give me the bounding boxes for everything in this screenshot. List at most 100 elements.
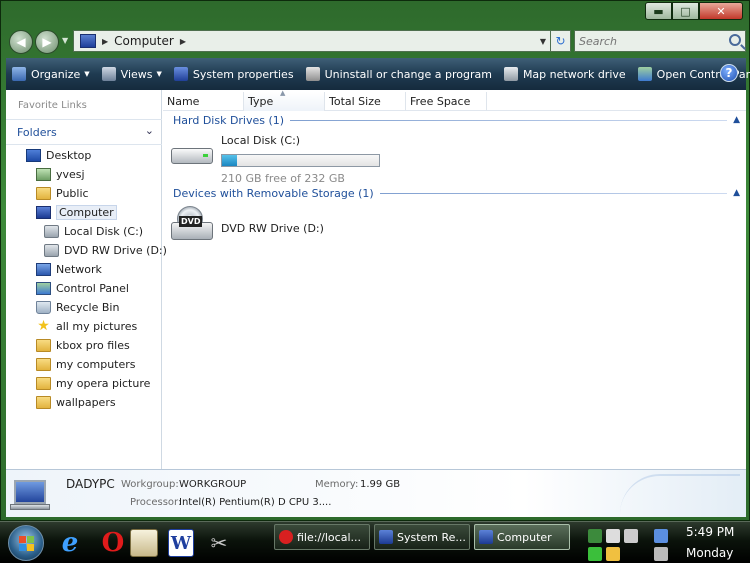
details-pane: DADYPC Workgroup: WORKGROUP Memory: 1.99… <box>6 469 746 517</box>
hard-disk-icon <box>44 225 59 238</box>
dvd-drive-icon: DVD <box>169 206 215 242</box>
task-label: Computer <box>497 530 552 544</box>
navigation-pane: Favorite Links Folders ⌄ Desktop yvesj P… <box>6 90 167 469</box>
breadcrumb-separator-icon[interactable]: ▶ <box>180 37 186 46</box>
column-header-name[interactable]: Name <box>163 92 244 111</box>
control-panel-icon <box>36 282 51 295</box>
views-button[interactable]: Views ▼ <box>96 62 168 86</box>
breadcrumb-computer[interactable]: Computer <box>114 34 174 48</box>
hard-disk-icon <box>169 134 215 170</box>
task-label: System Re... <box>397 530 466 544</box>
network-icon[interactable] <box>654 529 668 543</box>
word-icon[interactable]: W <box>168 529 194 557</box>
task-button-opera[interactable]: file://local... <box>274 524 370 550</box>
search-box[interactable] <box>574 30 746 52</box>
file-list-pane: Name ▲ Type Total Size Free Space Hard D… <box>163 89 746 469</box>
maximize-button[interactable]: □ <box>672 2 699 20</box>
column-header-type[interactable]: ▲ Type <box>244 89 325 111</box>
tree-item-label: Public <box>56 187 89 200</box>
disk-usage-fill <box>222 155 237 166</box>
address-bar[interactable]: ▶ Computer ▶ ▼ <box>73 30 551 52</box>
tray-folder-icon[interactable] <box>606 547 620 561</box>
column-header-free-space[interactable]: Free Space <box>406 92 487 111</box>
tree-item-label: my computers <box>56 358 136 371</box>
organize-label: Organize <box>31 67 81 81</box>
tree-item-network[interactable]: Network <box>6 260 162 279</box>
computer-icon <box>14 480 46 504</box>
command-toolbar: Organize ▼ Views ▼ System properties Uni… <box>6 58 750 90</box>
address-dropdown-icon[interactable]: ▼ <box>540 37 546 46</box>
tree-item-label: Control Panel <box>56 282 129 295</box>
drive-name: Local Disk (C:) <box>221 134 301 147</box>
uninstall-program-button[interactable]: Uninstall or change a program <box>300 62 498 86</box>
tree-item-yvesj[interactable]: yvesj <box>6 165 162 184</box>
group-divider <box>379 192 728 194</box>
processor-key: Processor: <box>130 497 182 508</box>
tray-app-icon[interactable] <box>606 529 620 543</box>
minimize-icon: ▬ <box>653 4 664 18</box>
search-icon[interactable] <box>729 34 741 46</box>
tree-item-kbox-pro-files[interactable]: kbox pro files <box>6 336 162 355</box>
organize-button[interactable]: Organize ▼ <box>6 62 96 86</box>
title-bar[interactable]: ▬ □ ✕ <box>1 1 749 27</box>
desktop-icon <box>26 149 41 162</box>
group-header-hard-disk-drives[interactable]: Hard Disk Drives (1) ▲ <box>173 112 740 128</box>
tree-item-all-my-pictures[interactable]: ★ all my pictures <box>6 317 162 336</box>
recycle-bin-icon <box>36 301 51 314</box>
task-button-system[interactable]: System Re... <box>374 524 470 550</box>
drive-item-dvd[interactable]: DVD DVD RW Drive (D:) <box>169 206 399 246</box>
tree-item-my-opera-picture[interactable]: my opera picture <box>6 374 162 393</box>
collapse-chevron-icon[interactable]: ▲ <box>733 115 740 125</box>
tree-item-label: Local Disk (C:) <box>64 225 144 238</box>
refresh-button[interactable]: ↻ <box>551 30 571 52</box>
clock-day[interactable]: Monday <box>686 546 733 560</box>
tree-item-label: wallpapers <box>56 396 116 409</box>
map-drive-label: Map network drive <box>522 67 626 81</box>
folders-header[interactable]: Folders ⌄ <box>6 119 162 145</box>
favorite-links-header[interactable]: Favorite Links <box>18 100 87 111</box>
tree-item-computer[interactable]: Computer <box>6 203 162 222</box>
opera-icon[interactable]: O <box>98 528 128 558</box>
volume-muted-icon[interactable] <box>654 547 668 561</box>
recent-pages-chevron-icon[interactable]: ▼ <box>62 36 68 45</box>
map-network-drive-button[interactable]: Map network drive <box>498 62 632 86</box>
tree-item-wallpapers[interactable]: wallpapers <box>6 393 162 412</box>
dvd-drive-icon <box>44 244 59 257</box>
tools-icon[interactable]: ✂ <box>204 529 234 557</box>
task-button-computer[interactable]: Computer <box>474 524 570 550</box>
collapse-chevron-icon[interactable]: ▲ <box>733 188 740 198</box>
start-button[interactable] <box>8 525 44 561</box>
minimize-button[interactable]: ▬ <box>645 2 672 20</box>
windows-explorer-icon[interactable] <box>130 529 158 557</box>
tray-check-icon[interactable] <box>588 547 602 561</box>
back-button[interactable]: ◀ <box>9 30 33 54</box>
tree-item-public[interactable]: Public <box>6 184 162 203</box>
uninstall-label: Uninstall or change a program <box>324 67 492 81</box>
clock-time[interactable]: 5:49 PM <box>686 525 734 539</box>
search-input[interactable] <box>575 31 723 51</box>
forward-button[interactable]: ▶ <box>35 30 59 54</box>
tree-item-desktop[interactable]: Desktop <box>6 146 162 165</box>
internet-explorer-icon[interactable]: e <box>55 528 85 558</box>
close-button[interactable]: ✕ <box>699 2 743 20</box>
tray-app-icon[interactable] <box>588 529 602 543</box>
folder-icon <box>36 339 51 352</box>
tree-item-label: Recycle Bin <box>56 301 120 314</box>
drive-item-local-disk[interactable]: Local Disk (C:) 210 GB free of 232 GB <box>169 134 399 188</box>
tray-app-icon[interactable] <box>624 529 638 543</box>
computer-base <box>10 504 50 510</box>
tree-item-dvd-drive[interactable]: DVD RW Drive (D:) <box>6 241 167 260</box>
tree-item-my-computers[interactable]: my computers <box>6 355 162 374</box>
breadcrumb-separator-icon[interactable]: ▶ <box>102 37 108 46</box>
group-title: Hard Disk Drives (1) <box>173 113 285 127</box>
system-properties-button[interactable]: System properties <box>168 62 300 86</box>
help-button[interactable]: ? <box>720 64 738 82</box>
tree-item-control-panel[interactable]: Control Panel <box>6 279 162 298</box>
tree-item-local-disk[interactable]: Local Disk (C:) <box>6 222 162 241</box>
group-header-removable-storage[interactable]: Devices with Removable Storage (1) ▲ <box>173 185 740 201</box>
folder-icon <box>36 358 51 371</box>
task-label: file://local... <box>297 530 361 544</box>
tree-item-recycle-bin[interactable]: Recycle Bin <box>6 298 162 317</box>
column-header-total-size[interactable]: Total Size <box>325 92 406 111</box>
tree-item-label: Computer <box>56 205 117 220</box>
